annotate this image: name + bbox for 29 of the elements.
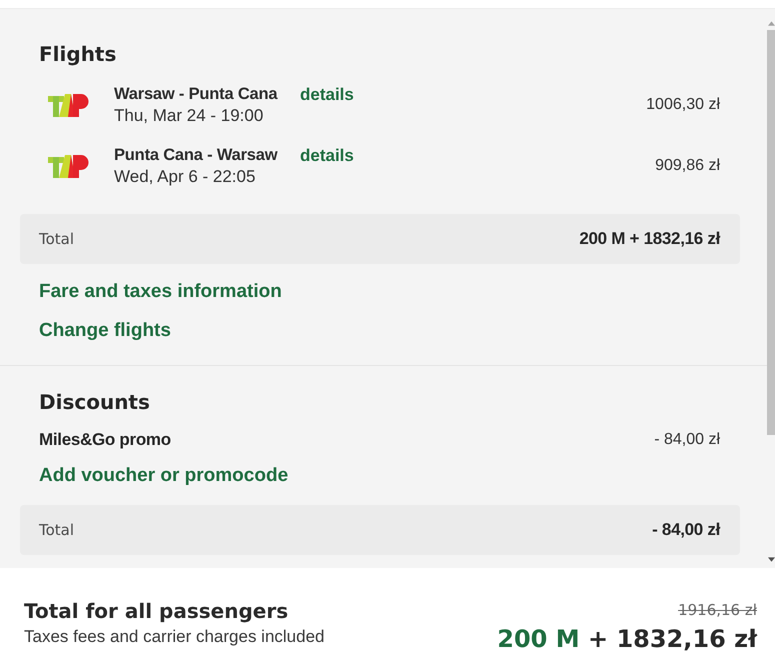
flight-route: Punta Cana - Warsaw xyxy=(114,145,278,166)
action-link[interactable]: Fare and taxes information xyxy=(39,280,282,304)
miles-price: 200 M xyxy=(497,625,580,653)
section-heading: Flights xyxy=(39,41,116,67)
discount-amount: - 84,00 zł xyxy=(654,430,720,448)
flight-date: Thu, Mar 24 - 19:00 xyxy=(114,105,264,126)
flight-price: 909,86 zł xyxy=(655,157,720,175)
total-value: 200 M + 1832,16 zł xyxy=(579,229,720,249)
details-link[interactable]: details xyxy=(300,84,354,105)
logo-icon xyxy=(48,93,89,117)
logo-icon xyxy=(48,154,89,178)
flight-date: Wed, Apr 6 - 22:05 xyxy=(114,166,256,187)
action-link[interactable]: Add voucher or promocode xyxy=(39,464,288,488)
scrollbar-thumb[interactable] xyxy=(767,30,775,435)
discount-name: Miles&Go promo xyxy=(39,430,171,450)
scroll-down-icon[interactable] xyxy=(768,557,774,562)
flight-route: Warsaw - Punta Cana xyxy=(114,84,278,105)
flight-price: 1006,30 zł xyxy=(646,96,720,114)
section-heading: Discounts xyxy=(39,389,150,415)
tax-note: Taxes fees and carrier charges included xyxy=(24,626,324,648)
total-label: Total xyxy=(39,521,74,539)
total-value: - 84,00 zł xyxy=(652,520,720,540)
total-heading: Total for all passengers xyxy=(24,598,290,624)
action-link[interactable]: Change flights xyxy=(39,319,171,343)
scroll-up-icon[interactable] xyxy=(768,21,774,26)
cash-price: + 1832,16 zł xyxy=(588,625,757,653)
old-price: 1916,16 zł xyxy=(678,600,757,620)
total-label: Total xyxy=(39,230,74,248)
details-link[interactable]: details xyxy=(300,145,354,166)
